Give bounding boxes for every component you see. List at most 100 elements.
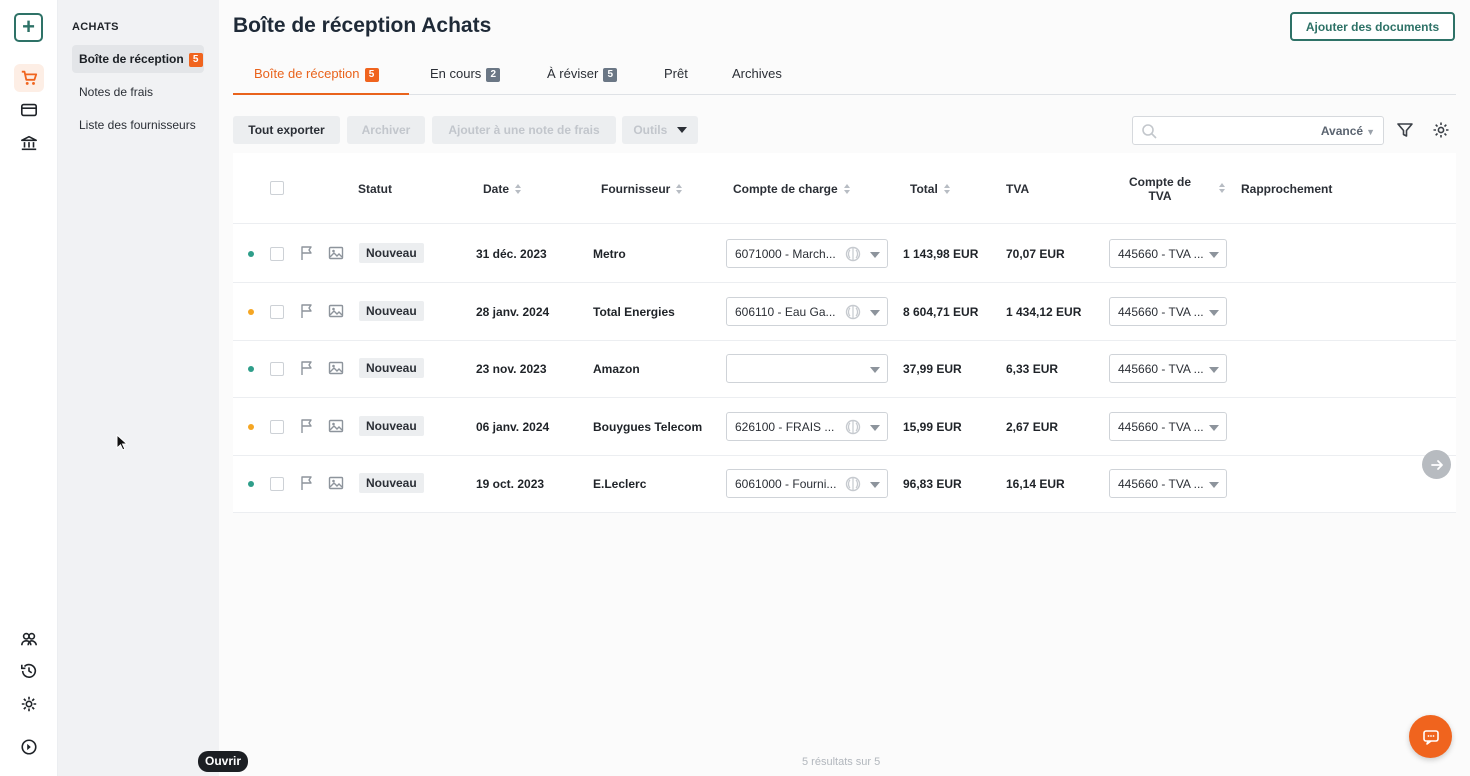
- filter-icon[interactable]: [1396, 121, 1414, 139]
- search-input[interactable]: [1161, 121, 1311, 141]
- image-icon[interactable]: [328, 360, 344, 376]
- column-label: Statut: [358, 182, 392, 196]
- status-dot: [248, 423, 254, 430]
- tva-account-select[interactable]: 445660 - TVA ...: [1109, 239, 1227, 268]
- tab-ready[interactable]: Prêt: [664, 60, 688, 95]
- table-row[interactable]: Nouveau 19 oct. 2023 E.Leclerc 6061000 -…: [233, 455, 1456, 514]
- ai-suggestion-icon: [845, 477, 861, 492]
- caret-down-icon: [870, 309, 880, 316]
- flag-icon[interactable]: [299, 245, 315, 261]
- caret-down-icon: ▼: [1366, 127, 1375, 137]
- table-row[interactable]: Nouveau 06 janv. 2024 Bouygues Telecom 6…: [233, 398, 1456, 456]
- ai-suggestion-icon: [845, 304, 861, 319]
- table-row[interactable]: Nouveau 23 nov. 2023 Amazon 37,99 EUR 6,…: [233, 340, 1456, 399]
- row-checkbox[interactable]: [270, 362, 284, 377]
- caret-down-icon: [870, 424, 880, 431]
- column-label: TVA: [1148, 189, 1172, 203]
- tab-count-badge: 5: [364, 68, 379, 82]
- team-nav-button[interactable]: [15, 625, 43, 653]
- subnav-item-suppliers[interactable]: Liste des fournisseurs: [72, 111, 204, 139]
- status-badge: Nouveau: [359, 473, 424, 494]
- charge-account-select[interactable]: 6071000 - March...: [726, 239, 888, 268]
- tva-account-value: 445660 - TVA ...: [1118, 247, 1204, 261]
- bank-nav-button[interactable]: [15, 129, 43, 157]
- table-row[interactable]: Nouveau 28 janv. 2024 Total Energies 606…: [233, 283, 1456, 341]
- column-header-charge-account[interactable]: Compte de charge: [733, 182, 851, 196]
- archive-button[interactable]: Archiver: [347, 116, 425, 144]
- row-checkbox[interactable]: [270, 304, 284, 319]
- charge-account-select[interactable]: 606110 - Eau Ga...: [726, 296, 888, 326]
- subnav-item-label: Liste des fournisseurs: [79, 118, 196, 132]
- tva-account-value: 445660 - TVA ...: [1118, 362, 1204, 377]
- inbox-count-badge: 5: [188, 53, 203, 67]
- history-nav-button[interactable]: [15, 657, 43, 685]
- add-to-expense-note-button[interactable]: Ajouter à une note de frais: [432, 116, 616, 144]
- column-header-tva[interactable]: TVA: [1006, 182, 1029, 196]
- column-header-status[interactable]: Statut: [358, 182, 392, 196]
- tva-account-select[interactable]: 445660 - TVA ...: [1109, 411, 1227, 441]
- column-header-tva-account[interactable]: Compte de TVA: [1129, 175, 1225, 203]
- tab-to-review[interactable]: À réviser 5: [547, 60, 618, 95]
- charge-account-select[interactable]: 6061000 - Fourni...: [726, 469, 888, 499]
- select-all-checkbox[interactable]: [270, 181, 284, 195]
- settings-nav-button[interactable]: [15, 690, 43, 718]
- table-header: Statut Date Fournisseur Compte de charge…: [233, 153, 1456, 224]
- table-settings-icon[interactable]: [1432, 121, 1450, 139]
- chat-button[interactable]: [1409, 715, 1452, 758]
- page-title: Boîte de réception Achats: [233, 14, 492, 37]
- image-icon[interactable]: [328, 303, 344, 319]
- column-header-supplier[interactable]: Fournisseur: [601, 182, 683, 196]
- export-all-button[interactable]: Tout exporter: [233, 116, 340, 144]
- charge-account-value: 6071000 - March...: [735, 247, 836, 261]
- flag-icon[interactable]: [299, 418, 315, 434]
- caret-down-icon: [1209, 252, 1219, 258]
- column-label: Rapprochement: [1241, 182, 1333, 196]
- tab-label: En cours: [430, 66, 482, 81]
- flag-icon[interactable]: [299, 360, 315, 376]
- supplier-cell: E.Leclerc: [593, 477, 647, 492]
- tools-dropdown-button[interactable]: Outils: [622, 116, 698, 144]
- status-badge: Nouveau: [359, 243, 424, 263]
- tab-in-progress[interactable]: En cours 2: [430, 60, 501, 95]
- image-icon[interactable]: [328, 245, 344, 261]
- status-dot: [248, 251, 254, 257]
- cards-nav-button[interactable]: [15, 96, 43, 124]
- column-header-date[interactable]: Date: [483, 182, 522, 196]
- tva-account-select[interactable]: 445660 - TVA ...: [1109, 469, 1227, 499]
- charge-account-select[interactable]: [726, 354, 888, 384]
- tab-archives[interactable]: Archives: [732, 60, 782, 95]
- charge-account-select[interactable]: 626100 - FRAIS ...: [726, 411, 888, 441]
- tva-account-select[interactable]: 445660 - TVA ...: [1109, 354, 1227, 384]
- charge-account-value: 6061000 - Fourni...: [735, 477, 837, 492]
- invoices-table: Statut Date Fournisseur Compte de charge…: [233, 153, 1456, 514]
- table-row[interactable]: Nouveau 31 déc. 2023 Metro 6071000 - Mar…: [233, 225, 1456, 283]
- column-header-reconciliation[interactable]: Rapprochement: [1241, 182, 1332, 196]
- image-icon[interactable]: [328, 418, 344, 434]
- tva-cell: 1 434,12 EUR: [1006, 304, 1082, 319]
- tva-cell: 70,07 EUR: [1006, 247, 1065, 261]
- flag-icon[interactable]: [299, 303, 315, 319]
- total-cell: 37,99 EUR: [903, 362, 962, 377]
- advanced-label: Avancé: [1320, 124, 1364, 138]
- subnav-item-inbox[interactable]: Boîte de réception 5: [72, 45, 204, 73]
- flag-icon[interactable]: [299, 475, 315, 491]
- tva-cell: 6,33 EUR: [1006, 362, 1059, 377]
- image-icon[interactable]: [328, 475, 344, 491]
- caret-down-icon: [870, 482, 880, 489]
- row-checkbox[interactable]: [270, 419, 284, 434]
- column-header-total[interactable]: Total: [910, 182, 951, 196]
- tva-account-select[interactable]: 445660 - TVA ...: [1109, 296, 1227, 326]
- scroll-right-button[interactable]: [1422, 450, 1451, 479]
- purchases-nav-button[interactable]: [14, 64, 44, 92]
- add-documents-button[interactable]: Ajouter des documents: [1290, 12, 1455, 41]
- tab-inbox[interactable]: Boîte de réception 5: [233, 60, 409, 95]
- status-dot: [248, 481, 254, 488]
- row-checkbox[interactable]: [270, 477, 284, 492]
- advanced-search-toggle[interactable]: Avancé ▼: [1321, 124, 1375, 138]
- sort-icon: [676, 184, 683, 195]
- new-plus-button[interactable]: +: [14, 13, 43, 42]
- expand-nav-button[interactable]: [15, 733, 43, 761]
- subnav-item-expense-notes[interactable]: Notes de frais: [72, 78, 204, 106]
- supplier-cell: Amazon: [593, 362, 640, 377]
- row-checkbox[interactable]: [270, 247, 284, 261]
